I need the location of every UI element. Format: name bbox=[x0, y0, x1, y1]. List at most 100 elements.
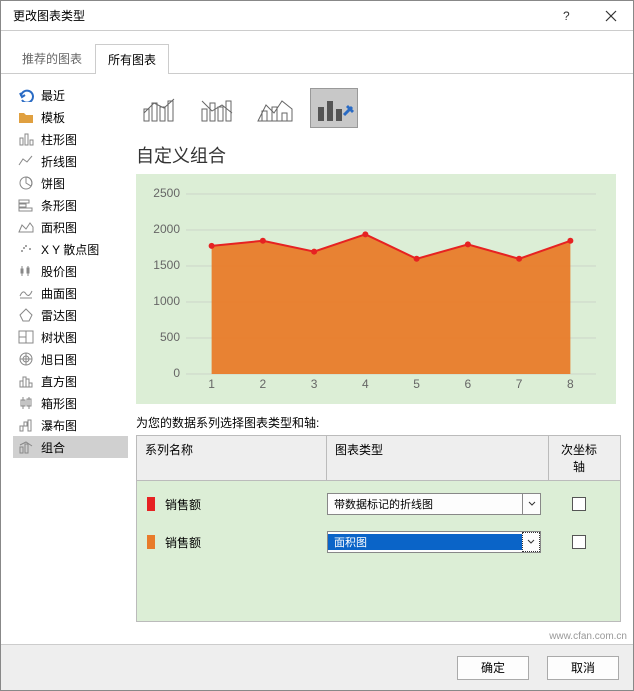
svg-text:?: ? bbox=[563, 10, 570, 22]
sidebar-item-surface[interactable]: 曲面图 bbox=[13, 282, 128, 304]
sidebar-item-waterfall[interactable]: 瀑布图 bbox=[13, 414, 128, 436]
line-chart-icon bbox=[17, 153, 35, 169]
sidebar-item-stock[interactable]: 股价图 bbox=[13, 260, 128, 282]
svg-text:500: 500 bbox=[160, 330, 180, 344]
sidebar-item-pie[interactable]: 饼图 bbox=[13, 172, 128, 194]
combo-subtitle: 自定义组合 bbox=[136, 142, 621, 168]
sidebar-item-treemap[interactable]: 树状图 bbox=[13, 326, 128, 348]
sidebar-item-label: 面积图 bbox=[41, 219, 77, 236]
secondary-axis-checkbox[interactable] bbox=[572, 497, 586, 511]
ok-button[interactable]: 确定 bbox=[457, 656, 529, 680]
header-chart-type: 图表类型 bbox=[327, 436, 549, 480]
radar-chart-icon bbox=[17, 307, 35, 323]
sidebar-item-label: 旭日图 bbox=[41, 351, 77, 368]
series-row: 销售额 面积图 bbox=[137, 523, 620, 561]
sidebar-item-column[interactable]: 柱形图 bbox=[13, 128, 128, 150]
series-name-label: 销售额 bbox=[165, 496, 327, 513]
recent-icon bbox=[17, 87, 35, 103]
scatter-chart-icon bbox=[17, 241, 35, 257]
svg-text:1: 1 bbox=[208, 377, 215, 391]
chevron-down-icon[interactable] bbox=[522, 532, 540, 552]
sidebar-item-label: 饼图 bbox=[41, 175, 65, 192]
svg-text:4: 4 bbox=[362, 377, 369, 391]
watermark: www.cfan.com.cn bbox=[549, 631, 627, 642]
svg-text:2: 2 bbox=[260, 377, 267, 391]
box-chart-icon bbox=[17, 395, 35, 411]
series-type-dropdown[interactable]: 面积图 bbox=[327, 531, 541, 553]
sidebar-item-line[interactable]: 折线图 bbox=[13, 150, 128, 172]
folder-icon bbox=[17, 109, 35, 125]
bar-chart-icon bbox=[17, 197, 35, 213]
sidebar-item-label: 条形图 bbox=[41, 197, 77, 214]
sidebar-item-combo[interactable]: 组合 bbox=[13, 436, 128, 458]
window-title: 更改图表类型 bbox=[13, 7, 85, 24]
series-row: 销售额 带数据标记的折线图 bbox=[137, 485, 620, 523]
combo-chart-icon bbox=[17, 439, 35, 455]
sidebar-item-label: 模板 bbox=[41, 109, 65, 126]
header-secondary-axis: 次坐标轴 bbox=[549, 436, 609, 480]
sidebar: 最近 模板 柱形图 折线图 饼图 条形图 面积图 X Y 散点图 股价图 曲面图… bbox=[13, 84, 128, 634]
series-name-label: 销售额 bbox=[165, 534, 327, 551]
svg-text:8: 8 bbox=[567, 377, 574, 391]
chevron-down-icon[interactable] bbox=[522, 494, 540, 514]
sidebar-item-label: 瀑布图 bbox=[41, 417, 77, 434]
sidebar-item-label: 雷达图 bbox=[41, 307, 77, 324]
treemap-chart-icon bbox=[17, 329, 35, 345]
series-color-marker bbox=[147, 535, 155, 549]
combo-subtype-2[interactable] bbox=[194, 88, 242, 128]
tab-all-charts[interactable]: 所有图表 bbox=[95, 44, 169, 74]
sidebar-item-bar[interactable]: 条形图 bbox=[13, 194, 128, 216]
svg-text:2500: 2500 bbox=[153, 186, 180, 200]
sidebar-item-label: X Y 散点图 bbox=[41, 241, 99, 258]
sidebar-item-label: 曲面图 bbox=[41, 285, 77, 302]
stock-chart-icon bbox=[17, 263, 35, 279]
tab-recommended[interactable]: 推荐的图表 bbox=[9, 43, 95, 73]
sidebar-item-histogram[interactable]: 直方图 bbox=[13, 370, 128, 392]
series-table: 系列名称 图表类型 次坐标轴 销售额 带数据标记的折线图 bbox=[136, 435, 621, 622]
sidebar-item-label: 折线图 bbox=[41, 153, 77, 170]
svg-text:7: 7 bbox=[516, 377, 523, 391]
pie-chart-icon bbox=[17, 175, 35, 191]
series-type-dropdown[interactable]: 带数据标记的折线图 bbox=[327, 493, 541, 515]
sidebar-item-label: 箱形图 bbox=[41, 395, 77, 412]
column-chart-icon bbox=[17, 131, 35, 147]
sidebar-item-label: 直方图 bbox=[41, 373, 77, 390]
histogram-chart-icon bbox=[17, 373, 35, 389]
svg-text:0: 0 bbox=[173, 366, 180, 380]
titlebar: 更改图表类型 ? bbox=[1, 1, 633, 31]
svg-text:1500: 1500 bbox=[153, 258, 180, 272]
dialog-footer: 确定 取消 bbox=[1, 644, 633, 690]
help-button[interactable]: ? bbox=[545, 1, 589, 31]
dropdown-text: 面积图 bbox=[328, 534, 522, 550]
sidebar-item-sunburst[interactable]: 旭日图 bbox=[13, 348, 128, 370]
surface-chart-icon bbox=[17, 285, 35, 301]
sidebar-item-label: 组合 bbox=[41, 439, 65, 456]
area-chart-icon bbox=[17, 219, 35, 235]
series-instruction: 为您的数据系列选择图表类型和轴: bbox=[136, 414, 621, 431]
combo-subtype-1[interactable] bbox=[136, 88, 184, 128]
chart-preview: 0500100015002000250012345678 bbox=[136, 174, 616, 404]
combo-subtype-custom[interactable] bbox=[310, 88, 358, 128]
sidebar-item-recent[interactable]: 最近 bbox=[13, 84, 128, 106]
combo-subtype-3[interactable] bbox=[252, 88, 300, 128]
svg-text:1000: 1000 bbox=[153, 294, 180, 308]
tab-bar: 推荐的图表 所有图表 bbox=[1, 39, 633, 74]
sidebar-item-radar[interactable]: 雷达图 bbox=[13, 304, 128, 326]
sunburst-chart-icon bbox=[17, 351, 35, 367]
svg-text:5: 5 bbox=[413, 377, 420, 391]
sidebar-item-templates[interactable]: 模板 bbox=[13, 106, 128, 128]
sidebar-item-label: 树状图 bbox=[41, 329, 77, 346]
sidebar-item-area[interactable]: 面积图 bbox=[13, 216, 128, 238]
dropdown-text: 带数据标记的折线图 bbox=[328, 496, 522, 512]
header-series-name: 系列名称 bbox=[137, 436, 327, 480]
sidebar-item-label: 柱形图 bbox=[41, 131, 77, 148]
sidebar-item-box[interactable]: 箱形图 bbox=[13, 392, 128, 414]
close-button[interactable] bbox=[589, 1, 633, 31]
sidebar-item-label: 股价图 bbox=[41, 263, 77, 280]
series-color-marker bbox=[147, 497, 155, 511]
sidebar-item-scatter[interactable]: X Y 散点图 bbox=[13, 238, 128, 260]
svg-text:6: 6 bbox=[465, 377, 472, 391]
secondary-axis-checkbox[interactable] bbox=[572, 535, 586, 549]
waterfall-chart-icon bbox=[17, 417, 35, 433]
cancel-button[interactable]: 取消 bbox=[547, 656, 619, 680]
